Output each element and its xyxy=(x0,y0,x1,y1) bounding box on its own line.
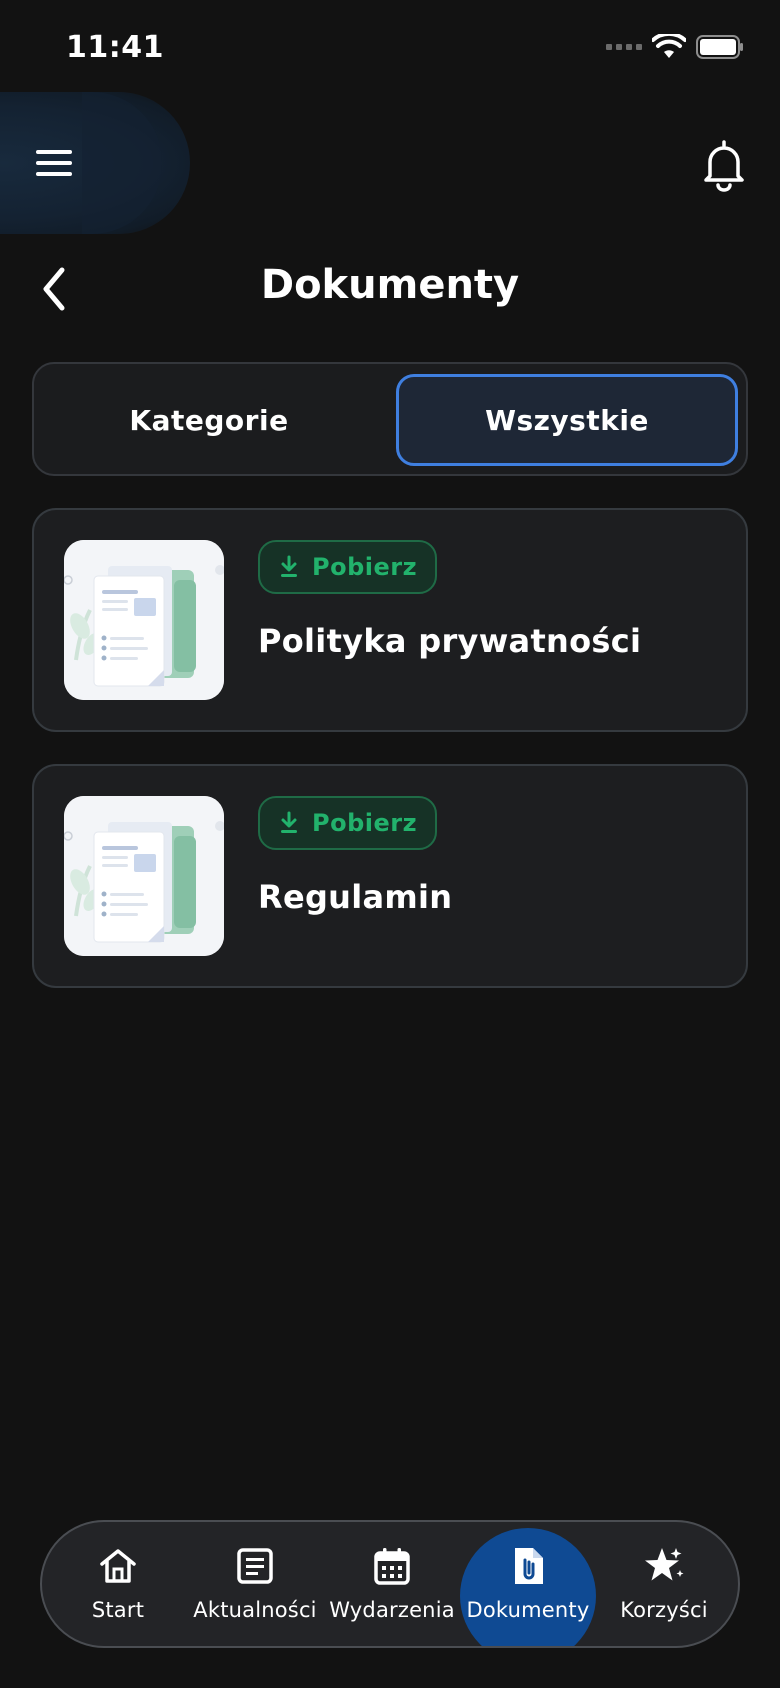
nav-item-dokumenty[interactable]: Dokumenty xyxy=(458,1522,598,1646)
home-icon xyxy=(100,1549,136,1583)
document-folder-illustration-icon xyxy=(64,540,224,700)
wifi-icon xyxy=(652,34,686,58)
download-icon xyxy=(281,811,297,833)
document-thumbnail xyxy=(64,540,224,700)
status-time: 11:41 xyxy=(66,30,164,65)
nav-item-korzysci[interactable]: Korzyści xyxy=(594,1522,734,1646)
document-card[interactable]: Pobierz Regulamin xyxy=(32,764,748,988)
bottom-navigation: Start Aktualności Wydarzenia Dokumenty K… xyxy=(40,1520,740,1648)
download-label: Pobierz xyxy=(312,809,418,837)
status-bar: 11:41 xyxy=(0,0,780,100)
document-icon xyxy=(515,1548,543,1584)
nav-item-wydarzenia[interactable]: Wydarzenia xyxy=(322,1522,462,1646)
calendar-icon xyxy=(374,1548,410,1585)
document-thumbnail xyxy=(64,796,224,956)
notifications-button[interactable] xyxy=(696,138,752,194)
nav-label: Start xyxy=(91,1598,145,1622)
news-icon xyxy=(237,1548,273,1584)
nav-item-start[interactable]: Start xyxy=(48,1522,188,1646)
nav-item-aktualnosci[interactable]: Aktualności xyxy=(185,1522,325,1646)
nav-label: Wydarzenia xyxy=(329,1598,455,1622)
document-title: Regulamin xyxy=(258,878,453,916)
download-button[interactable]: Pobierz xyxy=(258,540,438,594)
signal-icon xyxy=(606,44,642,50)
document-card[interactable]: Pobierz Polityka prywatności xyxy=(32,508,748,732)
document-folder-illustration-icon xyxy=(64,796,224,956)
download-label: Pobierz xyxy=(312,553,418,581)
tab-kategorie[interactable]: Kategorie xyxy=(44,374,374,466)
nav-label: Aktualności xyxy=(193,1598,317,1622)
segmented-control: Kategorie Wszystkie xyxy=(32,362,748,476)
screen: 11:41 Dokumenty Kategorie Wszystkie Pobi… xyxy=(0,0,780,1688)
star-icon xyxy=(645,1548,684,1581)
page-title: Dokumenty xyxy=(260,262,520,308)
tab-wszystkie[interactable]: Wszystkie xyxy=(396,374,738,466)
download-button[interactable]: Pobierz xyxy=(258,796,438,850)
menu-button[interactable] xyxy=(28,138,84,188)
bell-icon xyxy=(704,140,744,192)
nav-label: Korzyści xyxy=(620,1598,708,1622)
document-title: Polityka prywatności xyxy=(258,622,642,660)
nav-label: Dokumenty xyxy=(466,1598,590,1622)
status-indicators xyxy=(606,34,744,60)
download-icon xyxy=(281,555,297,577)
battery-icon xyxy=(696,35,743,59)
hamburger-icon xyxy=(36,150,72,176)
